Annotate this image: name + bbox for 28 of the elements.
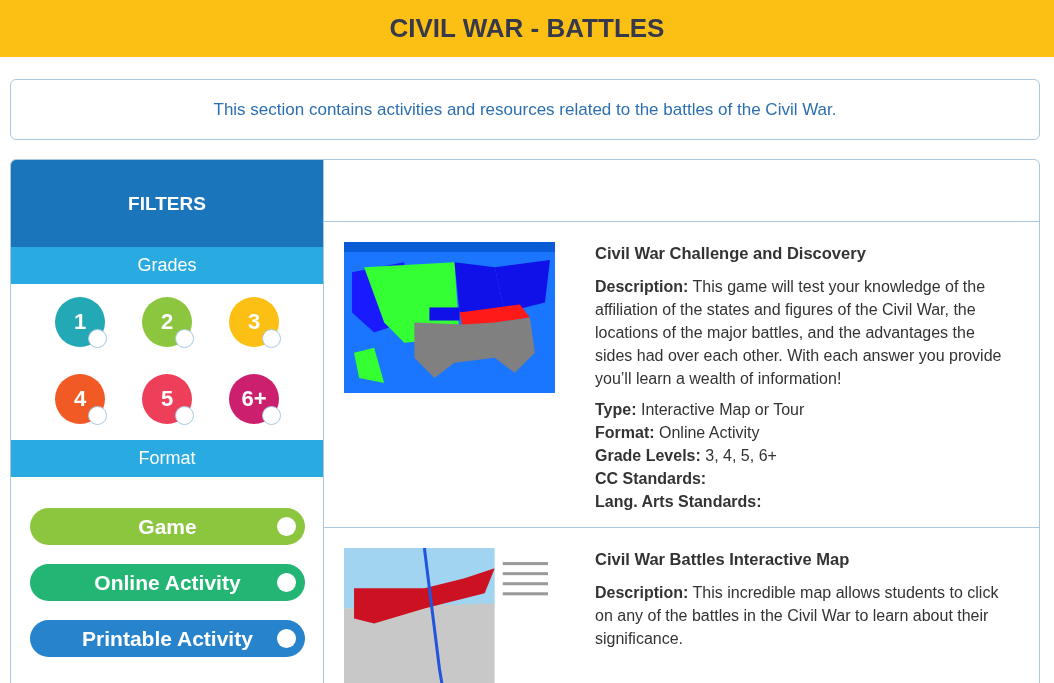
checkbox[interactable] [175,406,194,425]
resource-detail: Grade Levels: 3, 4, 5, 6+ [595,446,778,466]
format-heading: Format [138,448,196,469]
intro-text: This section contains activities and resources related to the battles of the Civil War. [213,99,837,120]
grade-filter[interactable]: 6+ [229,374,279,424]
format-filter[interactable]: Printable Activity [30,620,305,657]
resource-detail: CC Standards: [595,469,708,489]
resource-title[interactable]: Civil War Challenge and Discovery [595,242,1013,265]
checkbox[interactable] [88,406,107,425]
resource-detail: Format: Online Activity [595,423,761,443]
resource-description: Description: This game will test your knowledge of the affiliation of the states and figures of the Civil War, the locations of the major battles, and the advantages the sides had over each other. With each answer you provide you’ll learn a wealth of information! [595,277,1003,389]
resource-detail: Lang. Arts Standards: [595,492,763,512]
format-filter[interactable]: Online Activity [30,564,305,601]
filters-title: FILTERS [128,192,206,215]
checkbox[interactable] [175,329,194,348]
checkbox[interactable] [262,329,281,348]
resource-detail: Type: Interactive Map or Tour [595,400,806,420]
grade-filter[interactable]: 2 [142,297,192,347]
format-filter[interactable]: Game [30,508,305,545]
grade-filter[interactable]: 1 [55,297,105,347]
grades-heading: Grades [137,255,197,276]
resource-description: Description: This incredible map allows students to click on any of the battles in the Civil War to learn about their significance. [595,583,1000,649]
page-title: CIVIL WAR - BATTLES [389,13,665,44]
checkbox[interactable] [262,406,281,425]
grade-filter[interactable]: 4 [55,374,105,424]
resource-title[interactable]: Civil War Battles Interactive Map [595,548,1013,571]
grade-filter[interactable]: 5 [142,374,192,424]
checkbox[interactable] [88,329,107,348]
